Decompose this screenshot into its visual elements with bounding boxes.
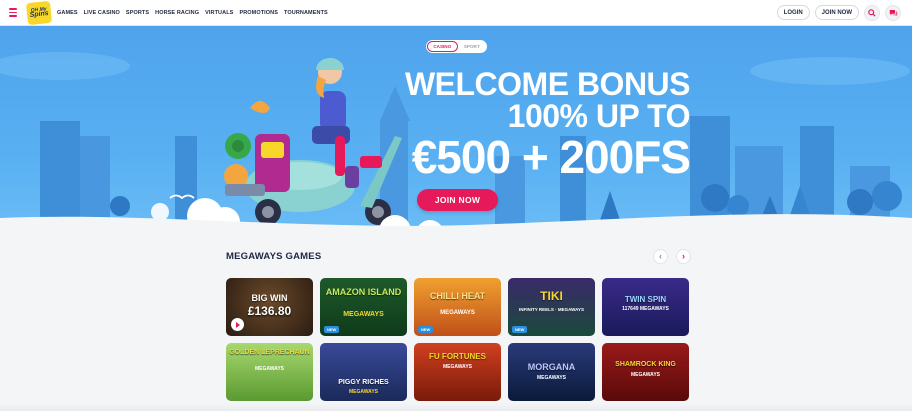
logo-text-bottom: Spins xyxy=(29,9,50,19)
game-win-amount: £136.80 xyxy=(247,304,292,318)
top-header: OH My Spins GAMES LIVE CASINO SPORTS HOR… xyxy=(0,0,912,26)
bonus-line-2: 100% UP TO xyxy=(507,98,691,134)
section-title: MEGAWAYS GAMES xyxy=(226,251,322,262)
page-bottom-shade xyxy=(0,403,912,411)
header-actions: LOGIN JOIN NOW xyxy=(776,4,912,21)
game-tile-tiki[interactable]: TIKI INFINITY REELS · MEGAWAYS NEW xyxy=(508,278,595,336)
game-subtitle: MEGAWAYS xyxy=(255,366,284,372)
nav-promotions[interactable]: PROMOTIONS xyxy=(239,10,278,16)
toggle-sport[interactable]: SPORT xyxy=(458,41,487,52)
nav-sports[interactable]: SPORTS xyxy=(126,10,149,16)
game-tile-chilli-heat[interactable]: CHILLI HEAT MEGAWAYS NEW xyxy=(414,278,501,336)
game-subtitle: 117649 MEGAWAYS xyxy=(622,306,669,312)
toggle-casino[interactable]: CASINO xyxy=(427,41,458,52)
chevron-right-icon[interactable]: › xyxy=(676,249,691,264)
play-icon[interactable] xyxy=(231,318,244,331)
game-tile-fu-fortunes[interactable]: FU FORTUNES MEGAWAYS xyxy=(414,343,501,401)
game-title: MORGANA xyxy=(527,362,576,372)
game-tile-piggy-riches[interactable]: PIGGY RICHES MEGAWAYS xyxy=(320,343,407,401)
game-title: BIG WIN xyxy=(251,293,288,303)
game-tile-shamrock-king[interactable]: SHAMROCK KING MEGAWAYS xyxy=(602,343,689,401)
game-tile-morgana[interactable]: MORGANA MEGAWAYS xyxy=(508,343,595,401)
game-subtitle: MEGAWAYS xyxy=(349,389,378,395)
game-subtitle: MEGAWAYS xyxy=(443,364,472,370)
nav-horse-racing[interactable]: HORSE RACING xyxy=(155,10,199,16)
game-title: GOLDEN LEPRECHAUN xyxy=(229,349,310,356)
game-tile-big-win[interactable]: BIG WIN £136.80 xyxy=(226,278,313,336)
main-nav: GAMES LIVE CASINO SPORTS HORSE RACING VI… xyxy=(57,10,328,16)
new-badge: NEW xyxy=(324,326,340,333)
nav-tournaments[interactable]: TOURNAMENTS xyxy=(284,10,328,16)
search-icon[interactable] xyxy=(864,4,880,21)
bonus-line-3: €500 + 200FS xyxy=(411,131,691,183)
bonus-line-1: WELCOME BONUS xyxy=(404,66,691,102)
new-badge: NEW xyxy=(418,326,434,333)
game-subtitle: MEGAWAYS xyxy=(537,375,566,381)
game-tile-amazon-island[interactable]: AMAZON ISLAND MEGAWAYS NEW xyxy=(320,278,407,336)
game-title: TIKI xyxy=(540,289,563,303)
nav-games[interactable]: GAMES xyxy=(57,10,78,16)
chat-icon[interactable] xyxy=(885,4,901,21)
site-logo[interactable]: OH My Spins xyxy=(25,0,53,25)
new-badge: NEW xyxy=(512,326,528,333)
game-title: FU FORTUNES xyxy=(429,352,486,361)
game-title: CHILLI HEAT xyxy=(429,291,486,301)
game-title: AMAZON ISLAND xyxy=(325,287,402,297)
welcome-bonus-headline: WELCOME BONUS 100% UP TO €500 + 200FS xyxy=(404,66,691,183)
chevron-left-icon[interactable]: ‹ xyxy=(653,249,668,264)
game-tile-twin-spin[interactable]: TWIN SPIN 117649 MEGAWAYS xyxy=(602,278,689,336)
game-title: PIGGY RICHES xyxy=(338,379,389,386)
game-subtitle: MEGAWAYS xyxy=(631,372,660,378)
game-tile-golden-leprechaun[interactable]: GOLDEN LEPRECHAUN MEGAWAYS xyxy=(226,343,313,401)
nav-live-casino[interactable]: LIVE CASINO xyxy=(84,10,120,16)
game-subtitle: MEGAWAYS xyxy=(343,311,384,318)
login-button[interactable]: LOGIN xyxy=(776,5,810,20)
game-title: TWIN SPIN xyxy=(624,295,667,304)
join-now-button[interactable]: JOIN NOW xyxy=(814,5,859,20)
game-subtitle: MEGAWAYS xyxy=(440,310,475,316)
game-title: SHAMROCK KING xyxy=(615,361,676,368)
game-subtitle: INFINITY REELS · MEGAWAYS xyxy=(518,307,584,312)
menu-icon[interactable] xyxy=(0,0,26,26)
casino-sport-toggle: CASINO SPORT xyxy=(426,40,487,53)
nav-virtuals[interactable]: VIRTUALS xyxy=(205,10,233,16)
hero-wave-divider xyxy=(0,214,912,260)
